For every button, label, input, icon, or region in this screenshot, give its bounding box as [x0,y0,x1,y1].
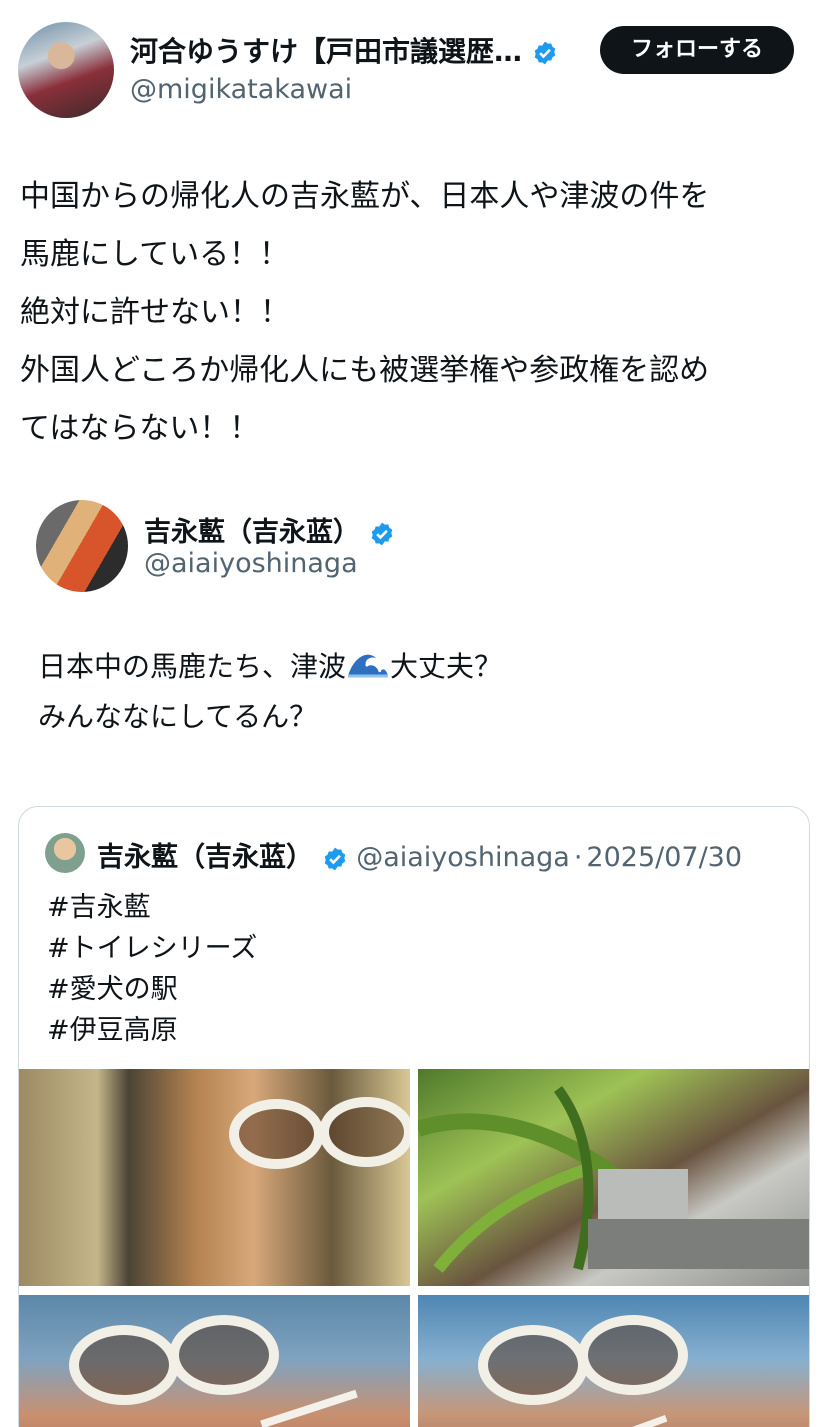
wave-emoji-icon [348,654,389,678]
card-author-avatar [45,833,85,873]
card-author-name: 吉永藍（吉永蓝） [97,842,313,873]
card-date: 2025/07/30 [586,842,743,873]
cigarette-shape [608,1414,668,1427]
hashtag[interactable]: #吉永藍 [47,887,257,928]
sunglasses-shape [69,1325,179,1405]
photo-2[interactable] [418,1069,809,1286]
author-name-row[interactable]: 河合ゆうすけ【戸田市議選歴… [130,30,558,70]
sunglasses-shape [578,1315,688,1395]
author-handle[interactable]: @migikatakawai [130,74,352,105]
follow-button[interactable]: フォローする [600,26,794,74]
quoted-author-name-row[interactable]: 吉永藍（吉永蓝） [144,510,395,549]
quoted-tweet-text: 日本中の馬鹿たち、津波 大丈夫？ みんななにしてるん？ [38,642,502,742]
quoted-author-name[interactable]: 吉永藍（吉永蓝） [144,517,360,548]
photo-4[interactable] [418,1295,809,1427]
tweet-text: 中国からの帰化人の吉永藍が、日本人や津波の件を 馬鹿にしている！！ 絶対に許せな… [20,179,710,446]
card-header: 吉永藍（吉永蓝） @aiaiyoshinaga · 2025/07/30 [97,835,742,874]
card-hashtags: #吉永藍 #トイレシリーズ #愛犬の駅 #伊豆高原 [47,887,257,1051]
quoted-author-avatar[interactable] [36,500,128,592]
card-separator: · [573,842,583,873]
verified-badge-icon [372,522,393,545]
author-avatar[interactable] [18,22,114,118]
quoted-card[interactable]: 吉永藍（吉永蓝） @aiaiyoshinaga · 2025/07/30 #吉永藍 … [18,806,810,1427]
quoted-author-handle[interactable]: @aiaiyoshinaga [144,548,358,579]
photo-1[interactable] [19,1069,410,1286]
sunglasses-shape [229,1099,324,1169]
cigarette-shape [260,1389,358,1427]
verified-badge-icon [534,41,556,65]
hashtag[interactable]: #伊豆高原 [47,1010,257,1051]
verified-badge-icon [324,847,345,870]
sunglasses-shape [319,1097,410,1167]
photo-3[interactable] [19,1295,410,1427]
quoted-text-part1: 日本中の馬鹿たち、津波 [38,650,347,683]
author-name[interactable]: 河合ゆうすけ【戸田市議選歴… [130,35,522,68]
plant-leaves-shape [418,1086,809,1273]
hashtag[interactable]: #愛犬の駅 [47,969,257,1010]
sunglasses-shape [478,1325,588,1405]
sunglasses-shape [169,1315,279,1395]
hashtag[interactable]: #トイレシリーズ [47,928,257,969]
card-author-handle: @aiaiyoshinaga [356,842,570,873]
